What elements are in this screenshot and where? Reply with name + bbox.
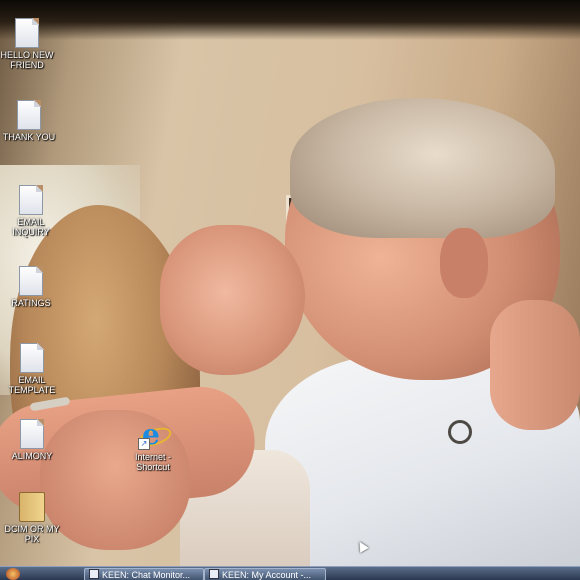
taskbar-item-my-account[interactable]: KEEN: My Account -... bbox=[204, 568, 326, 580]
wallpaper-man-ear bbox=[440, 228, 488, 298]
desktop-icon-dcim-or-my-pix[interactable]: DCIM OR MY PIX bbox=[1, 492, 63, 544]
taskbar-item-label: KEEN: Chat Monitor... bbox=[102, 570, 191, 580]
taskbar: KEEN: Chat Monitor... KEEN: My Account -… bbox=[0, 566, 580, 580]
wallpaper-peace-necklace bbox=[448, 420, 472, 444]
document-icon bbox=[19, 185, 43, 215]
internet-explorer-icon: e ↗ bbox=[136, 420, 174, 450]
monitor-bezel bbox=[0, 0, 580, 40]
document-icon bbox=[20, 343, 44, 373]
taskbar-item-chat-monitor[interactable]: KEEN: Chat Monitor... bbox=[84, 568, 204, 580]
desktop-icon-alimony[interactable]: ALIMONY bbox=[1, 419, 63, 461]
desktop-icon-label: DCIM OR MY PIX bbox=[4, 524, 60, 544]
desktop-icon-email-template[interactable]: EMAIL TEMPLATE bbox=[1, 343, 63, 395]
start-button[interactable] bbox=[6, 568, 20, 580]
desktop-icon-label: EMAIL TEMPLATE bbox=[8, 375, 56, 395]
document-icon bbox=[15, 18, 39, 48]
desktop-icon-label: ALIMONY bbox=[11, 451, 53, 461]
folder-icon bbox=[19, 492, 45, 522]
desktop-icon-label: THANK YOU bbox=[2, 132, 56, 142]
desktop-icon-thank-you[interactable]: THANK YOU bbox=[0, 100, 60, 142]
desktop-icon-label: HELLO NEW FRIEND bbox=[0, 50, 54, 70]
desktop-icon-hello-new-friend[interactable]: HELLO NEW FRIEND bbox=[0, 18, 58, 70]
shortcut-arrow-icon: ↗ bbox=[138, 438, 150, 450]
browser-window-icon bbox=[209, 569, 219, 579]
desktop-screen: HELLO NEW FRIEND THANK YOU EMAIL INQUIRY… bbox=[0, 0, 580, 580]
wallpaper-man-hair bbox=[290, 98, 555, 238]
desktop-icon-internet-shortcut[interactable]: e ↗ Internet - Shortcut bbox=[122, 420, 184, 472]
document-icon bbox=[19, 266, 43, 296]
desktop-icon-label: RATINGS bbox=[11, 298, 51, 308]
document-icon bbox=[17, 100, 41, 130]
taskbar-item-label: KEEN: My Account -... bbox=[222, 570, 312, 580]
desktop-icon-ratings[interactable]: RATINGS bbox=[0, 266, 62, 308]
document-icon bbox=[20, 419, 44, 449]
desktop-icon-label: EMAIL INQUIRY bbox=[12, 217, 50, 237]
desktop-icon-label: Internet - Shortcut bbox=[134, 452, 172, 472]
wallpaper-woman-arm bbox=[490, 300, 580, 430]
wallpaper-woman-face bbox=[160, 225, 305, 375]
browser-window-icon bbox=[89, 569, 99, 579]
desktop-icon-email-inquiry[interactable]: EMAIL INQUIRY bbox=[0, 185, 62, 237]
